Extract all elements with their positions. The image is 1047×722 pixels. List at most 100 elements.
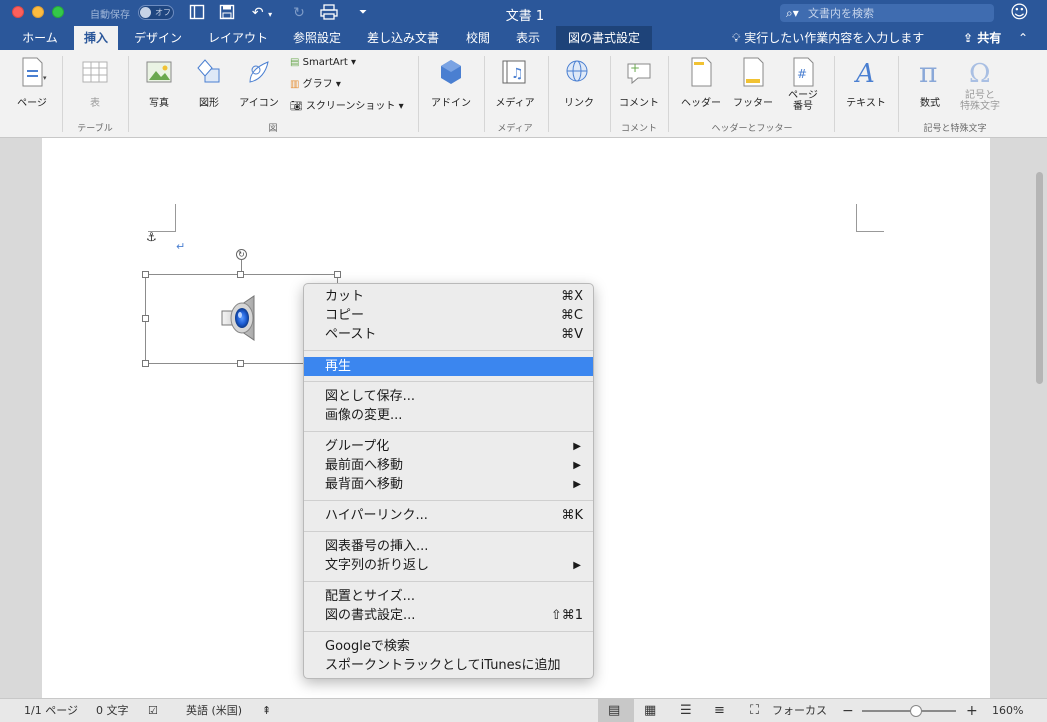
close-window-button[interactable] bbox=[12, 6, 24, 18]
photo-button[interactable]: 写真 bbox=[136, 56, 182, 109]
icons-button[interactable]: アイコン bbox=[236, 56, 282, 109]
menu-item-change-picture[interactable]: 画像の変更... bbox=[304, 406, 593, 425]
tab-insert[interactable]: 挿入 bbox=[74, 26, 118, 50]
zoom-slider-knob[interactable] bbox=[910, 705, 922, 717]
autosave-toggle[interactable]: オフ bbox=[138, 5, 174, 20]
menu-item-send-to-back[interactable]: 最背面へ移動 ▶ bbox=[304, 475, 593, 494]
save-icon[interactable] bbox=[218, 4, 236, 22]
text-label: テキスト bbox=[846, 98, 886, 109]
menu-item-insert-caption[interactable]: 図表番号の挿入... bbox=[304, 537, 593, 556]
comment-button[interactable]: + コメント bbox=[616, 56, 662, 109]
speaker-icon[interactable] bbox=[218, 294, 268, 342]
footer-button[interactable]: フッター bbox=[728, 56, 778, 109]
menu-item-wrap-text[interactable]: 文字列の折り返し ▶ bbox=[304, 556, 593, 575]
rotate-handle-icon[interactable]: ↻ bbox=[236, 249, 247, 260]
menu-item-hyperlink[interactable]: ハイパーリンク... ⌘K bbox=[304, 506, 593, 525]
tab-picture-format[interactable]: 図の書式設定 bbox=[556, 26, 652, 50]
svg-text:π: π bbox=[919, 56, 937, 88]
track-changes-icon[interactable]: ⇞ bbox=[262, 699, 271, 722]
resize-handle-s[interactable] bbox=[237, 360, 244, 367]
menu-item-bring-to-front[interactable]: 最前面へ移動 ▶ bbox=[304, 456, 593, 475]
maximize-window-button[interactable] bbox=[52, 6, 64, 18]
group-label-header-footer: ヘッダーとフッター bbox=[711, 124, 793, 134]
minimize-window-button[interactable] bbox=[32, 6, 44, 18]
context-menu: カット ⌘X コピー ⌘C ペースト ⌘V 再生 図として保存... 画像の変更… bbox=[303, 283, 594, 679]
text-button[interactable]: A テキスト bbox=[840, 56, 892, 109]
zoom-in-icon[interactable]: + bbox=[966, 699, 978, 722]
menu-item-google-search[interactable]: Googleで検索 bbox=[304, 637, 593, 656]
print-icon[interactable] bbox=[320, 4, 338, 22]
menu-item-format-picture[interactable]: 図の書式設定... ⇧⌘1 bbox=[304, 606, 593, 625]
language-indicator[interactable]: 英語 (米国) bbox=[186, 699, 242, 722]
page-button[interactable]: ▾ ページ bbox=[10, 56, 54, 109]
tell-me-box[interactable]: 💡︎ 実行したい作業内容を入力します bbox=[732, 26, 924, 50]
separator bbox=[128, 56, 129, 132]
undo-icon[interactable]: ↶ ▾ bbox=[248, 4, 276, 22]
menu-item-paste[interactable]: ペースト ⌘V bbox=[304, 325, 593, 344]
tab-view[interactable]: 表示 bbox=[506, 26, 550, 50]
search-input[interactable] bbox=[808, 5, 988, 21]
zoom-out-icon[interactable]: − bbox=[842, 699, 854, 722]
symbol-label-1: 記号と bbox=[965, 90, 995, 101]
sidebar-icon[interactable] bbox=[188, 4, 206, 22]
menu-item-size-position[interactable]: 配置とサイズ... bbox=[304, 587, 593, 606]
share-icon: ⇪ bbox=[963, 31, 974, 45]
menu-item-save-as-picture[interactable]: 図として保存... bbox=[304, 387, 593, 406]
menu-item-copy[interactable]: コピー ⌘C bbox=[304, 306, 593, 325]
resize-handle-n[interactable] bbox=[237, 271, 244, 278]
page-count[interactable]: 1/1 ページ bbox=[24, 699, 78, 722]
tab-home[interactable]: ホーム bbox=[12, 26, 68, 50]
menu-separator bbox=[304, 431, 593, 432]
table-button[interactable]: 表 bbox=[70, 56, 120, 109]
smartart-button[interactable]: ▤ SmartArt ▾ bbox=[290, 54, 356, 72]
resize-handle-nw[interactable] bbox=[142, 271, 149, 278]
customize-toolbar-icon[interactable]: ⏷ bbox=[354, 4, 372, 22]
resize-handle-sw[interactable] bbox=[142, 360, 149, 367]
tab-review[interactable]: 校閲 bbox=[456, 26, 500, 50]
tab-design[interactable]: デザイン bbox=[126, 26, 190, 50]
web-layout-view-icon[interactable]: ▦ bbox=[644, 699, 656, 722]
shapes-icon bbox=[197, 59, 220, 83]
equation-button[interactable]: π 数式 bbox=[906, 56, 954, 109]
addins-button[interactable]: アドイン bbox=[426, 56, 476, 109]
menu-item-group[interactable]: グループ化 ▶ bbox=[304, 437, 593, 456]
submenu-arrow-icon: ▶ bbox=[573, 441, 581, 452]
group-label-symbols: 記号と特殊文字 bbox=[923, 124, 987, 134]
link-button[interactable]: リンク bbox=[554, 56, 604, 109]
focus-icon[interactable]: ⛶ bbox=[750, 699, 759, 722]
page-number-button[interactable]: # ページ 番号 bbox=[780, 56, 826, 112]
resize-handle-w[interactable] bbox=[142, 315, 149, 322]
feedback-smiley-icon[interactable]: ☺ bbox=[1010, 3, 1029, 23]
redo-icon[interactable]: ↻ bbox=[290, 4, 308, 22]
menu-item-play[interactable]: 再生 bbox=[304, 357, 593, 376]
shapes-button[interactable]: 図形 bbox=[188, 56, 230, 109]
tab-references[interactable]: 参照設定 bbox=[284, 26, 350, 50]
share-button[interactable]: ⇪ 共有 bbox=[963, 26, 1001, 50]
zoom-level[interactable]: 160% bbox=[992, 699, 1023, 722]
header-button[interactable]: ヘッダー bbox=[676, 56, 726, 109]
collapse-ribbon-icon[interactable]: ⌃ bbox=[1018, 26, 1028, 50]
graph-button[interactable]: ▥ グラフ ▾ bbox=[290, 76, 341, 94]
outline-view-icon[interactable]: ☰ bbox=[680, 699, 692, 722]
zoom-slider-track[interactable] bbox=[862, 710, 956, 712]
draft-view-icon[interactable]: ≡ bbox=[714, 699, 725, 722]
search-box[interactable]: ⌕▾ bbox=[780, 4, 994, 22]
menu-item-add-to-itunes[interactable]: スポークントラックとしてiTunesに追加 bbox=[304, 656, 593, 675]
resize-handle-ne[interactable] bbox=[334, 271, 341, 278]
word-count[interactable]: 0 文字 bbox=[96, 699, 129, 722]
vertical-scrollbar[interactable] bbox=[1036, 172, 1043, 384]
tab-mailings[interactable]: 差し込み文書 bbox=[358, 26, 448, 50]
screenshot-button[interactable]: 📷︎ スクリーンショット ▾ bbox=[290, 98, 404, 116]
autosave-state: オフ bbox=[155, 8, 171, 17]
symbol-button[interactable]: Ω 記号と 特殊文字 bbox=[956, 56, 1004, 112]
footer-label: フッター bbox=[733, 98, 773, 109]
print-layout-view-icon[interactable]: ▤ bbox=[608, 699, 620, 722]
tab-layout[interactable]: レイアウト bbox=[200, 26, 276, 50]
menu-item-label: 再生 bbox=[325, 359, 352, 374]
focus-label[interactable]: フォーカス bbox=[772, 699, 827, 722]
proofing-icon[interactable]: ☑︎ bbox=[148, 699, 158, 722]
icons-icon bbox=[249, 61, 269, 83]
media-button[interactable]: ♫ メディア bbox=[490, 56, 540, 109]
menu-separator bbox=[304, 631, 593, 632]
menu-item-cut[interactable]: カット ⌘X bbox=[304, 287, 593, 306]
